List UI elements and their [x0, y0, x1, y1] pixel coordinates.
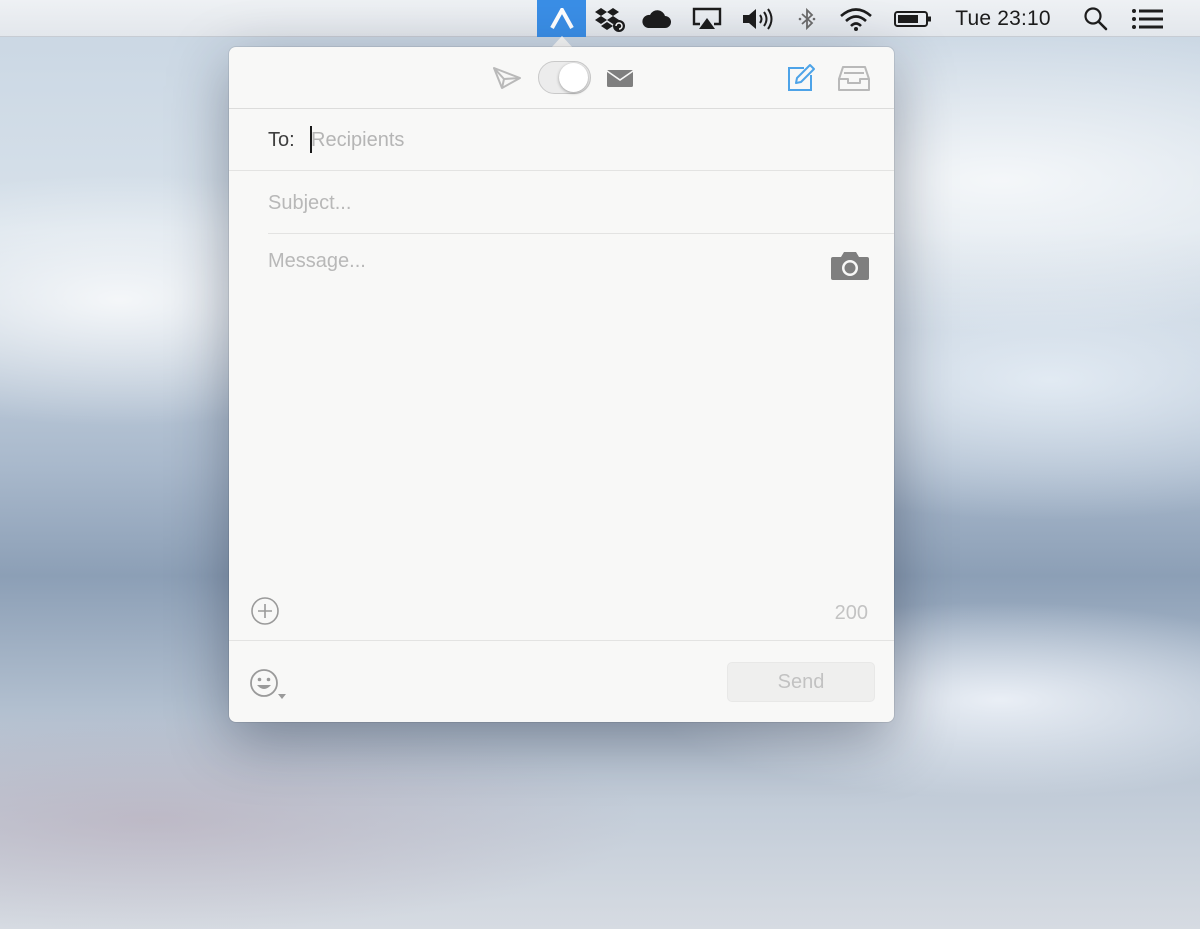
- subject-input[interactable]: [268, 187, 828, 219]
- volume-icon[interactable]: [738, 0, 778, 37]
- wifi-icon[interactable]: [836, 0, 876, 37]
- mode-toggle[interactable]: [538, 61, 591, 94]
- dropbox-icon[interactable]: [592, 0, 628, 37]
- recipients-input[interactable]: [311, 124, 851, 156]
- character-count: 200: [834, 602, 868, 624]
- paper-plane-icon[interactable]: [491, 63, 523, 93]
- menu-bar: Tue 23:10: [0, 0, 1200, 37]
- spotlight-search-icon[interactable]: [1080, 0, 1112, 37]
- add-attachment-icon[interactable]: [249, 595, 281, 627]
- to-label: To:: [268, 129, 295, 151]
- menu-clock[interactable]: Tue 23:10: [948, 0, 1058, 37]
- composer-footer: Send: [229, 640, 894, 722]
- toggle-knob: [559, 63, 588, 92]
- airplay-icon[interactable]: [689, 0, 725, 37]
- compose-icon[interactable]: [783, 61, 817, 95]
- camera-icon[interactable]: [829, 247, 871, 283]
- app-logo-icon[interactable]: [537, 0, 586, 37]
- battery-icon[interactable]: [891, 0, 935, 37]
- inbox-tray-icon[interactable]: [836, 62, 872, 94]
- notification-center-icon[interactable]: [1128, 0, 1168, 37]
- message-input[interactable]: [268, 250, 808, 580]
- cloud-icon[interactable]: [638, 0, 674, 37]
- bluetooth-icon[interactable]: [795, 0, 819, 37]
- recipients-row: To:: [229, 109, 894, 171]
- send-button[interactable]: Send: [727, 662, 875, 702]
- envelope-icon[interactable]: [605, 65, 635, 91]
- emoji-picker-icon[interactable]: [248, 667, 292, 701]
- composer-toolbar: [229, 47, 894, 109]
- subject-row: [268, 172, 894, 234]
- compose-popover: To: 200 Send: [229, 47, 894, 722]
